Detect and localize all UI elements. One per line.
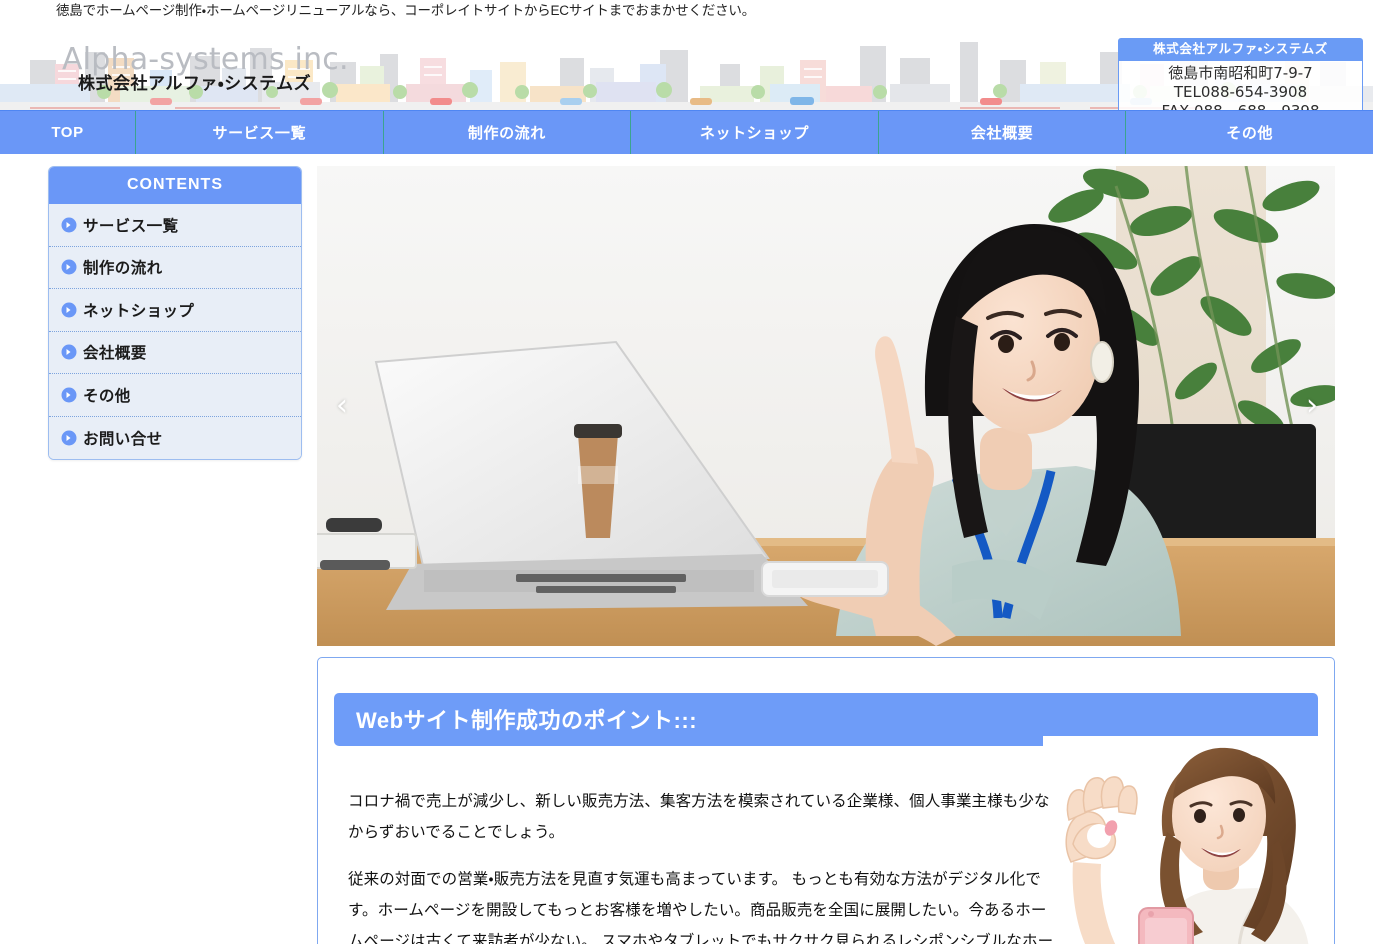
site-logo[interactable]: Alpha-systems inc. 株式会社アルファ・システムズ [62, 43, 349, 95]
carousel-next-arrow-icon[interactable]: › [1295, 384, 1329, 428]
sidebar-title: CONTENTS [49, 167, 301, 204]
nav-item-company[interactable]: 会社概要 [879, 111, 1127, 154]
company-info-card: 株式会社アルファ・システムズ 徳島市南昭和町7-9-7 TEL088-654-3… [1118, 38, 1363, 110]
company-address: 徳島市南昭和町7-9-7 [1168, 64, 1313, 82]
sidebar-list: サービス一覧 制作の流れ ネットショップ 会社概要 その他 お問い合せ [49, 204, 301, 459]
logo-text-japanese: 株式会社アルファ・システムズ [78, 74, 312, 93]
company-card-title: 株式会社アルファ・システムズ [1119, 39, 1362, 61]
sidebar-item-contact[interactable]: お問い合せ [49, 416, 301, 459]
main-navigation: TOP サービス一覧 制作の流れ ネットショップ 会社概要 その他 [0, 110, 1373, 154]
hero-carousel[interactable]: ‹ › [317, 166, 1335, 646]
nav-item-netshop[interactable]: ネットショップ [631, 111, 879, 154]
site-header: Alpha-systems inc. 株式会社アルファ・システムズ 株式会社アル… [0, 21, 1373, 110]
company-tel: TEL088-654-3908 [1173, 83, 1308, 101]
site-tagline: 徳島でホームページ制作・ホームページリニューアルなら、コーポレイトサイトからEC… [0, 0, 1373, 21]
sidebar-item-label: お問い合せ [83, 430, 163, 448]
circle-arrow-right-icon [61, 302, 77, 318]
contents-sidebar: CONTENTS サービス一覧 制作の流れ ネットショップ 会社概要 その他 お… [48, 166, 302, 460]
sidebar-item-label: サービス一覧 [83, 217, 179, 235]
nav-item-other[interactable]: その他 [1126, 111, 1373, 154]
sidebar-item-other[interactable]: その他 [49, 374, 301, 417]
content-paragraph-2: 従来の対面での営業・販売方法を見直す気運も高まっています。 もっとも有効な方法が… [348, 870, 1054, 944]
hero-image [317, 166, 1335, 646]
content-body: コロナ禍で売上が減少し、新しい販売方法、集客方法を模索されている企業様、個人事業… [334, 765, 1318, 944]
main-column: ‹ › Webサイト制作成功のポイント::: コロナ禍で売上が減少し、新しい販売… [317, 166, 1335, 944]
page-body: CONTENTS サービス一覧 制作の流れ ネットショップ 会社概要 その他 お… [0, 154, 1373, 944]
circle-arrow-right-icon [61, 344, 77, 360]
sidebar-item-label: ネットショップ [83, 302, 195, 320]
circle-arrow-right-icon [61, 387, 77, 403]
circle-arrow-right-icon [61, 217, 77, 233]
carousel-prev-arrow-icon[interactable]: ‹ [325, 384, 359, 428]
circle-arrow-right-icon [61, 430, 77, 446]
company-card-body: 徳島市南昭和町7-9-7 TEL088-654-3908 FAX.088－688… [1119, 61, 1362, 110]
nav-item-services[interactable]: サービス一覧 [136, 111, 384, 154]
content-panel: Webサイト制作成功のポイント::: コロナ禍で売上が減少し、新しい販売方法、集… [317, 657, 1335, 944]
section-heading: Webサイト制作成功のポイント::: [334, 693, 1318, 747]
sidebar-item-flow[interactable]: 制作の流れ [49, 246, 301, 289]
sidebar-item-services[interactable]: サービス一覧 [49, 204, 301, 247]
sidebar-item-company[interactable]: 会社概要 [49, 331, 301, 374]
content-paragraph-1: コロナ禍で売上が減少し、新しい販売方法、集客方法を模索されている企業様、個人事業… [348, 792, 1050, 841]
logo-text-english: Alpha-systems inc. [62, 42, 349, 77]
nav-item-flow[interactable]: 制作の流れ [384, 111, 632, 154]
company-fax: FAX.088－688－9398 [1119, 102, 1362, 110]
sidebar-item-label: その他 [83, 387, 131, 405]
sidebar-item-label: 会社概要 [83, 345, 147, 363]
sidebar-item-netshop[interactable]: ネットショップ [49, 289, 301, 332]
circle-arrow-right-icon [61, 259, 77, 275]
nav-item-top[interactable]: TOP [0, 111, 136, 154]
sidebar-item-label: 制作の流れ [83, 260, 163, 278]
